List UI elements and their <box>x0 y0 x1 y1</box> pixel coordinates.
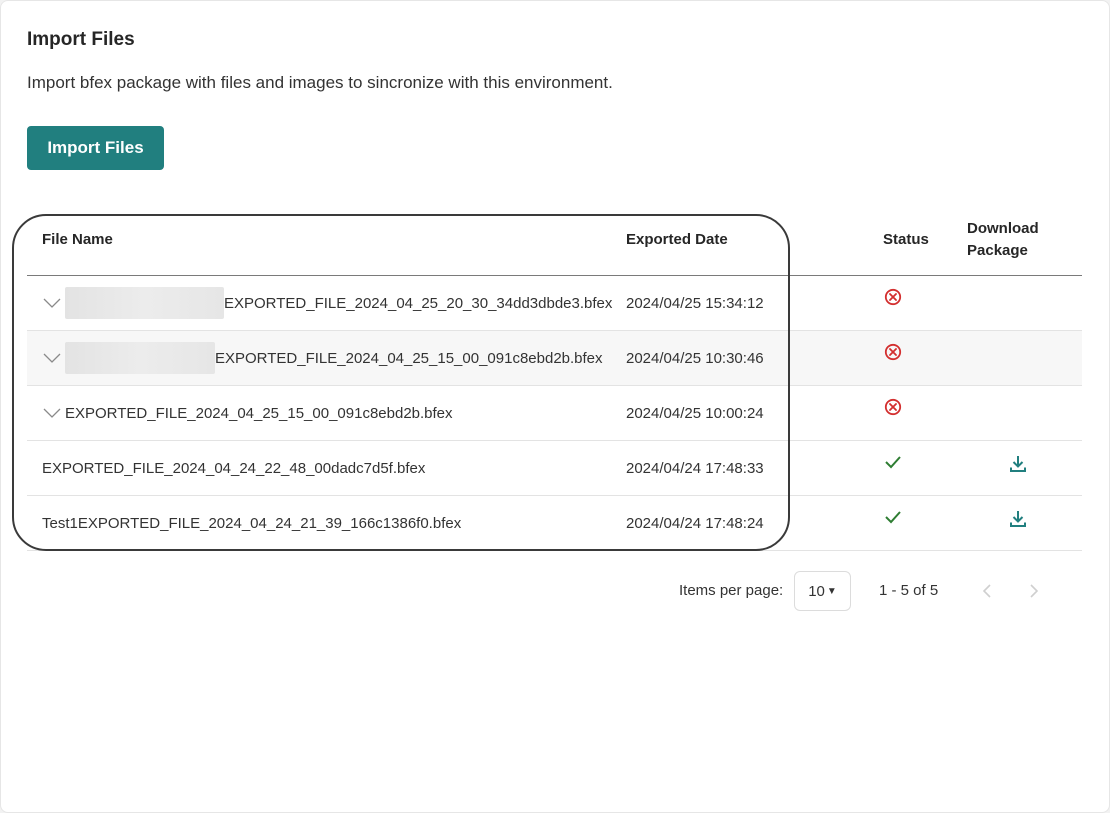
previous-page-button[interactable] <box>979 582 995 600</box>
caret-down-icon: ▼ <box>826 585 837 597</box>
download-icon[interactable] <box>1008 509 1028 529</box>
status-cell <box>883 331 903 385</box>
column-header-download-line1: Download <box>967 220 1039 237</box>
table-row[interactable]: EXPORTED_FILE_2024_04_25_20_30_34dd3dbde… <box>27 276 1082 331</box>
download-package-cell <box>1007 496 1029 550</box>
check-icon <box>884 455 902 473</box>
chevron-down-icon[interactable] <box>42 403 62 423</box>
check-icon <box>884 510 902 528</box>
file-name-text: EXPORTED_FILE_2024_04_24_22_48_00dadc7d5… <box>42 459 426 477</box>
exported-date-cell: 2024/04/24 17:48:24 <box>626 514 764 532</box>
file-name-cell: Test1EXPORTED_FILE_2024_04_24_21_39_166c… <box>42 496 461 550</box>
status-cell <box>883 276 903 330</box>
chevron-right-icon <box>1030 584 1039 598</box>
status-cell <box>883 496 903 550</box>
page-size-select[interactable]: 10 ▼ <box>794 571 851 611</box>
file-name-cell: EXPORTED_FILE_2024_04_25_20_30_34dd3dbde… <box>42 276 612 330</box>
file-name-cell: EXPORTED_FILE_2024_04_25_15_00_091c8ebd2… <box>42 331 603 385</box>
status-cell <box>883 441 903 495</box>
page-size-value: 10 <box>808 582 825 600</box>
page-description: Import bfex package with files and image… <box>27 73 613 92</box>
download-icon[interactable] <box>1008 454 1028 474</box>
circle-x-icon <box>884 288 902 310</box>
status-cell <box>883 386 903 440</box>
table-row[interactable]: EXPORTED_FILE_2024_04_25_15_00_091c8ebd2… <box>27 331 1082 386</box>
table-header: File Name Exported Date Status Download … <box>27 207 1082 276</box>
circle-x-icon <box>884 398 902 420</box>
exported-date-cell: 2024/04/25 10:30:46 <box>626 349 764 367</box>
page-range-label: 1 - 5 of 5 <box>879 582 939 599</box>
table-body: EXPORTED_FILE_2024_04_25_20_30_34dd3dbde… <box>27 276 1082 551</box>
exported-date-cell: 2024/04/24 17:48:33 <box>626 459 764 477</box>
circle-x-icon <box>884 343 902 365</box>
file-name-text: Test1EXPORTED_FILE_2024_04_24_21_39_166c… <box>42 514 462 532</box>
download-package-cell <box>1007 441 1029 495</box>
table-row[interactable]: EXPORTED_FILE_2024_04_24_22_48_00dadc7d5… <box>27 441 1082 496</box>
column-header-status[interactable]: Status <box>883 229 929 251</box>
column-header-download-package: Download Package <box>967 218 1057 262</box>
redacted-region <box>65 287 224 319</box>
chevron-down-icon[interactable] <box>42 348 62 368</box>
file-name-text: EXPORTED_FILE_2024_04_25_20_30_34dd3dbde… <box>224 294 613 312</box>
column-header-download-line2: Package <box>967 242 1028 259</box>
table-row[interactable]: Test1EXPORTED_FILE_2024_04_24_21_39_166c… <box>27 496 1082 551</box>
import-history-table: File Name Exported Date Status Download … <box>27 207 1082 551</box>
file-name-text: EXPORTED_FILE_2024_04_25_15_00_091c8ebd2… <box>215 349 603 367</box>
column-header-exported-date[interactable]: Exported Date <box>626 229 728 251</box>
import-files-button[interactable]: Import Files <box>27 126 164 170</box>
chevron-down-icon[interactable] <box>42 293 62 313</box>
page-title: Import Files <box>27 29 135 50</box>
column-header-file-name[interactable]: File Name <box>42 229 113 251</box>
file-name-cell: EXPORTED_FILE_2024_04_25_15_00_091c8ebd2… <box>42 386 453 440</box>
chevron-left-icon <box>982 584 991 598</box>
paginator: Items per page: 10 ▼ 1 - 5 of 5 <box>0 571 1110 611</box>
file-name-cell: EXPORTED_FILE_2024_04_24_22_48_00dadc7d5… <box>42 441 425 495</box>
exported-date-cell: 2024/04/25 10:00:24 <box>626 404 764 422</box>
file-name-text: EXPORTED_FILE_2024_04_25_15_00_091c8ebd2… <box>65 404 453 422</box>
redacted-region <box>65 342 215 374</box>
next-page-button[interactable] <box>1026 582 1042 600</box>
exported-date-cell: 2024/04/25 15:34:12 <box>626 294 764 312</box>
items-per-page-label: Items per page: <box>679 582 784 599</box>
table-row[interactable]: EXPORTED_FILE_2024_04_25_15_00_091c8ebd2… <box>27 386 1082 441</box>
